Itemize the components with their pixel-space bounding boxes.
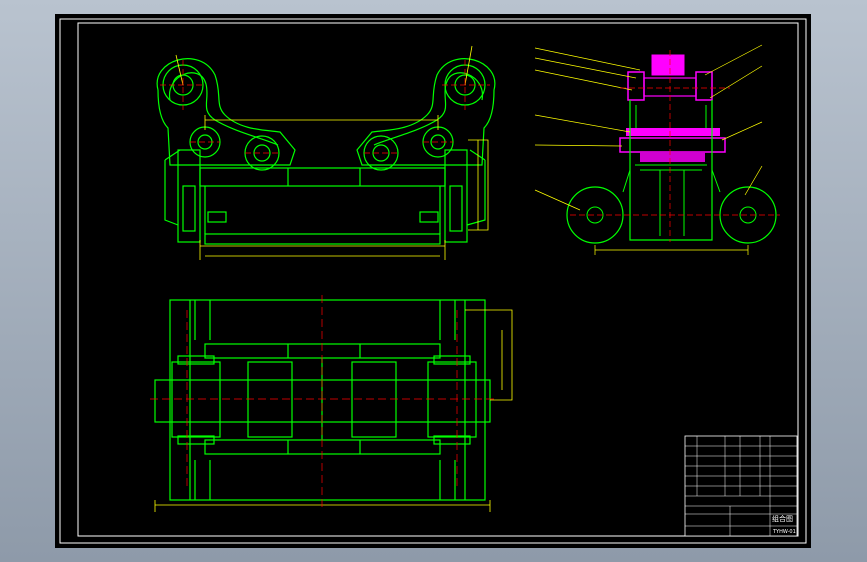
title-block: 组合图 TYHW-01	[684, 435, 798, 537]
upper-plate	[626, 128, 720, 136]
top-clamp-block	[651, 54, 685, 76]
drawing-number: TYHW-01	[772, 529, 796, 535]
cad-drawing-viewport[interactable]: 组合图 TYHW-01	[0, 0, 867, 562]
part-name: 组合图	[772, 514, 793, 523]
